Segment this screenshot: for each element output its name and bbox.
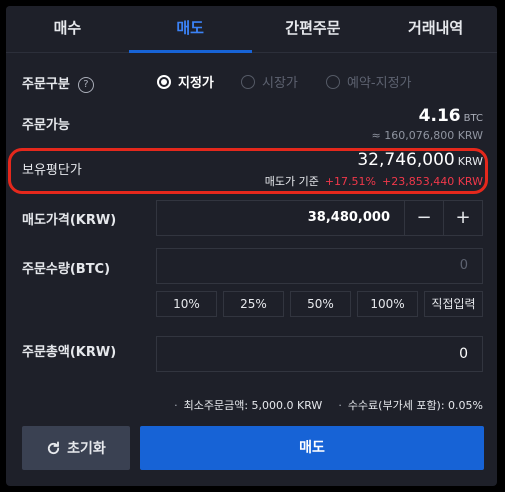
tab-simple-order[interactable]: 간편주문: [252, 6, 375, 52]
percent-50-button[interactable]: 50%: [290, 291, 351, 317]
available-amount: 4.16: [418, 106, 461, 126]
avg-price-value: 32,746,000: [357, 150, 455, 170]
reset-button[interactable]: 초기화: [22, 426, 130, 470]
avg-price-block: 32,746,000 KRW 매도가 기준 +17.51% +23,853,440 K…: [265, 150, 483, 189]
sell-price-field: 38,480,000 − +: [156, 200, 483, 236]
order-tabs: 매수 매도 간편주문 거래내역: [6, 6, 497, 53]
radio-reserved-limit[interactable]: 예약-지정가: [326, 72, 412, 91]
avg-price-basis: 매도가 기준: [264, 175, 319, 188]
total-input[interactable]: 0: [157, 337, 482, 371]
quantity-field: 0: [156, 248, 483, 284]
tab-buy[interactable]: 매수: [6, 6, 129, 52]
order-type-row: 주문구분?: [22, 73, 94, 93]
available-label: 주문가능: [22, 118, 70, 133]
tab-history[interactable]: 거래내역: [374, 6, 497, 52]
quantity-input[interactable]: 0: [157, 249, 482, 283]
available-amount-block: 4.16 BTC ≈ 160,076,800 KRW: [372, 106, 484, 142]
avg-price-unit: KRW: [457, 155, 483, 168]
sell-price-input[interactable]: 38,480,000: [157, 201, 404, 235]
radio-unselected-icon: [326, 74, 340, 89]
order-panel: 매수 매도 간편주문 거래내역 주문구분? 지정가 시장가 예약-지정가 주문가…: [6, 6, 497, 486]
fee-info: 최소주문금액: 5,000.0 KRW 수수료(부가세 포함): 0.05%: [158, 397, 483, 413]
order-type-label: 주문구분: [22, 77, 70, 92]
price-increase-button[interactable]: +: [443, 201, 482, 235]
radio-market-label: 시장가: [262, 76, 298, 91]
total-label: 주문총액(KRW): [22, 345, 117, 360]
percent-100-button[interactable]: 100%: [357, 291, 418, 317]
tab-sell[interactable]: 매도: [128, 6, 252, 53]
radio-unselected-icon: [241, 74, 255, 89]
fee-rate: 수수료(부가세 포함): 0.05%: [338, 397, 483, 413]
percent-10-button[interactable]: 10%: [156, 291, 217, 317]
help-icon[interactable]: ?: [77, 77, 94, 93]
total-field: 0: [156, 336, 483, 372]
profit-amount: +23,853,440 KRW: [382, 175, 483, 188]
radio-selected-icon: [157, 74, 171, 89]
available-approx: ≈ 160,076,800: [371, 129, 455, 142]
direct-input-button[interactable]: 직접입력: [424, 291, 483, 317]
available-approx-unit: KRW: [457, 129, 483, 142]
quantity-label: 주문수량(BTC): [22, 262, 111, 277]
available-unit: BTC: [463, 113, 483, 124]
percent-buttons: 10% 25% 50% 100% 직접입력: [156, 291, 483, 317]
radio-reserved-limit-label: 예약-지정가: [347, 76, 412, 91]
profit-rate: +17.51%: [324, 175, 377, 188]
min-order-amount: 최소주문금액: 5,000.0 KRW: [174, 397, 323, 413]
radio-limit-label: 지정가: [178, 76, 214, 91]
refresh-icon: [48, 440, 60, 454]
sell-price-label: 매도가격(KRW): [22, 213, 117, 228]
percent-25-button[interactable]: 25%: [223, 291, 284, 317]
radio-market[interactable]: 시장가: [241, 72, 298, 91]
sell-button[interactable]: 매도: [140, 426, 484, 470]
radio-limit[interactable]: 지정가: [157, 72, 214, 91]
avg-price-label: 보유평단가: [22, 163, 82, 178]
price-decrease-button[interactable]: −: [404, 201, 443, 235]
reset-button-label: 초기화: [67, 441, 106, 457]
